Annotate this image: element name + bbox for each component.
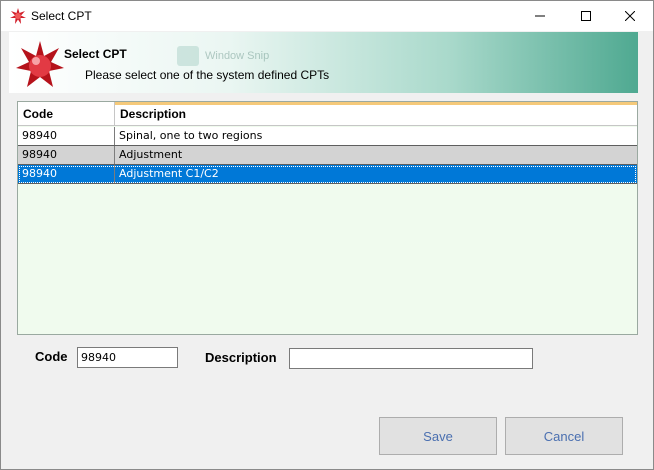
dialog-header: Select CPT Please select one of the syst… xyxy=(9,32,638,93)
column-highlight xyxy=(115,102,637,105)
minimize-icon xyxy=(535,15,545,17)
window-snip-overlay: Window Snip xyxy=(177,45,287,67)
header-title: Select CPT xyxy=(64,47,127,61)
column-header-description[interactable]: Description xyxy=(115,102,637,126)
header-star-logo-icon xyxy=(15,40,65,90)
cell-code: 98940 xyxy=(18,165,115,183)
cell-description: Adjustment C1/C2 xyxy=(119,167,219,180)
table-row[interactable]: 98940 Adjustment xyxy=(18,146,637,165)
cell-description: Spinal, one to two regions xyxy=(119,129,263,142)
save-button[interactable]: Save xyxy=(379,417,497,455)
minimize-button[interactable] xyxy=(517,1,563,31)
title-bar[interactable]: Select CPT xyxy=(1,1,653,31)
app-star-icon xyxy=(10,8,26,24)
table-row-selected[interactable]: 98940 Adjustment C1/C2 xyxy=(18,165,637,184)
select-cpt-dialog: Select CPT Select CPT Please select one … xyxy=(0,0,654,470)
cpt-grid[interactable]: Code Description 98940 Spinal, one to tw… xyxy=(17,101,638,335)
grid-header: Code Description xyxy=(18,102,637,126)
description-label: Description xyxy=(205,350,277,365)
close-button[interactable] xyxy=(607,1,653,31)
maximize-icon xyxy=(581,11,591,21)
header-subtitle: Please select one of the system defined … xyxy=(85,68,330,82)
table-row[interactable]: 98940 Spinal, one to two regions xyxy=(18,127,637,146)
description-input[interactable] xyxy=(289,348,533,369)
cell-code: 98940 xyxy=(18,146,115,164)
window-title: Select CPT xyxy=(31,9,92,23)
snip-icon xyxy=(177,46,199,66)
close-icon xyxy=(625,11,635,21)
cell-code: 98940 xyxy=(18,127,115,145)
column-header-code[interactable]: Code xyxy=(18,102,115,126)
cell-description: Adjustment xyxy=(119,148,183,161)
code-input[interactable] xyxy=(77,347,178,368)
snip-label: Window Snip xyxy=(205,50,270,62)
code-label: Code xyxy=(35,349,68,364)
maximize-button[interactable] xyxy=(563,1,609,31)
cancel-button[interactable]: Cancel xyxy=(505,417,623,455)
